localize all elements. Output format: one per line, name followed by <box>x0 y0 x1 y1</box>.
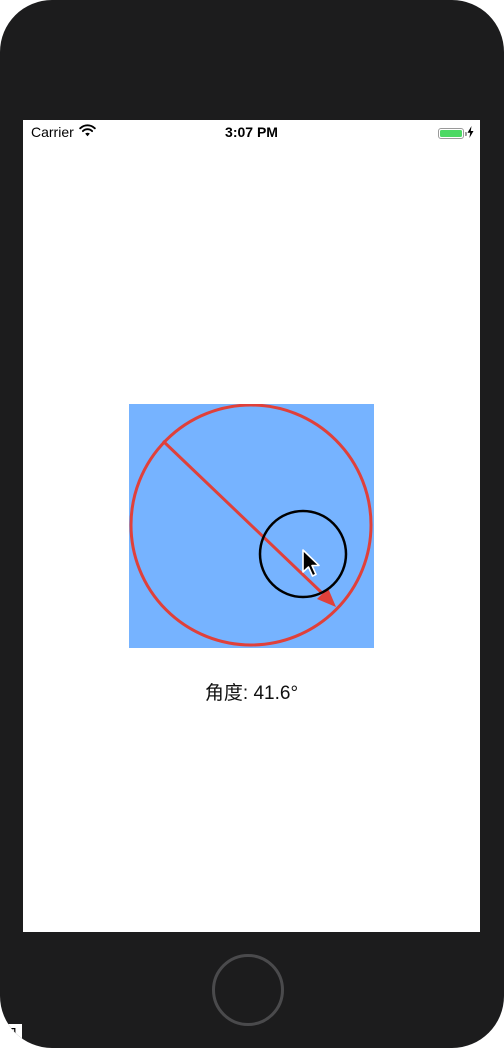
device-frame: Carrier 3:07 PM 角度: 41.6° 知 <box>0 0 504 1048</box>
battery-icon <box>438 127 467 139</box>
angle-readout: 角度: 41.6° <box>204 683 299 704</box>
home-button[interactable] <box>212 954 284 1026</box>
angle-control-drawing <box>129 403 374 648</box>
status-time: 3:07 PM <box>225 124 278 140</box>
phone-screen: Carrier 3:07 PM 角度: 41.6° <box>23 120 480 932</box>
charging-bolt-icon <box>467 125 474 141</box>
bottom-text-fragment: 知 <box>0 1024 22 1048</box>
battery-group <box>438 125 474 141</box>
status-bar: Carrier 3:07 PM <box>23 120 480 146</box>
angle-control[interactable] <box>129 403 374 648</box>
